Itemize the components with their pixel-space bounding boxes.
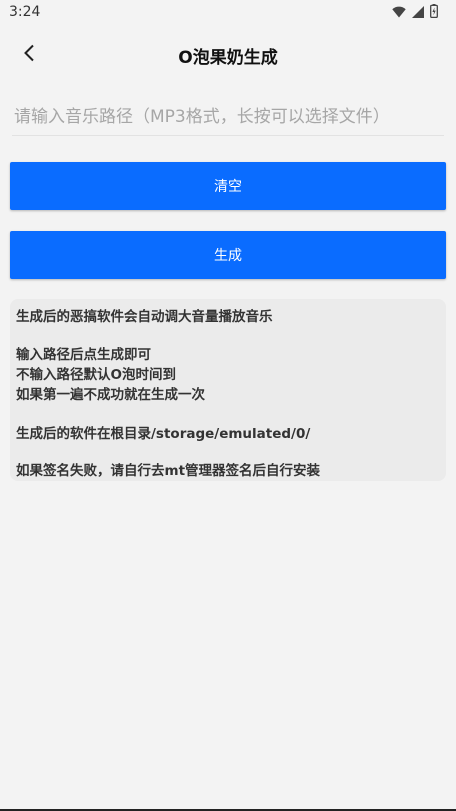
status-icons — [392, 3, 438, 22]
info-card: 生成后的恶搞软件会自动调大音量播放音乐 输入路径后点生成即可 不输入路径默认O泡… — [10, 299, 446, 481]
app-bar: O泡果奶生成 — [0, 26, 456, 85]
status-bar: 3:24 — [0, 0, 456, 26]
battery-icon — [430, 3, 438, 22]
music-path-input[interactable] — [12, 99, 444, 136]
status-time: 3:24 — [9, 4, 41, 20]
cellular-signal-icon — [412, 3, 424, 22]
generate-button[interactable]: 生成 — [10, 231, 446, 279]
info-line: 生成后的恶搞软件会自动调大音量播放音乐 — [16, 309, 273, 325]
info-line: 如果签名失败，请自行去mt管理器签名后自行安装 — [16, 463, 321, 479]
wifi-icon — [392, 3, 406, 22]
main-content: 清空 生成 生成后的恶搞软件会自动调大音量播放音乐 输入路径后点生成即可 不输入… — [0, 85, 456, 811]
page-title: O泡果奶生成 — [178, 48, 278, 68]
info-line: 不输入路径默认O泡时间到 — [16, 367, 176, 383]
info-line: 输入路径后点生成即可 — [16, 347, 151, 363]
clear-button[interactable]: 清空 — [10, 162, 446, 210]
info-line: 生成后的软件在根目录/storage/emulated/0/ — [16, 426, 311, 442]
info-line: 如果第一遍不成功就在生成一次 — [16, 387, 205, 403]
